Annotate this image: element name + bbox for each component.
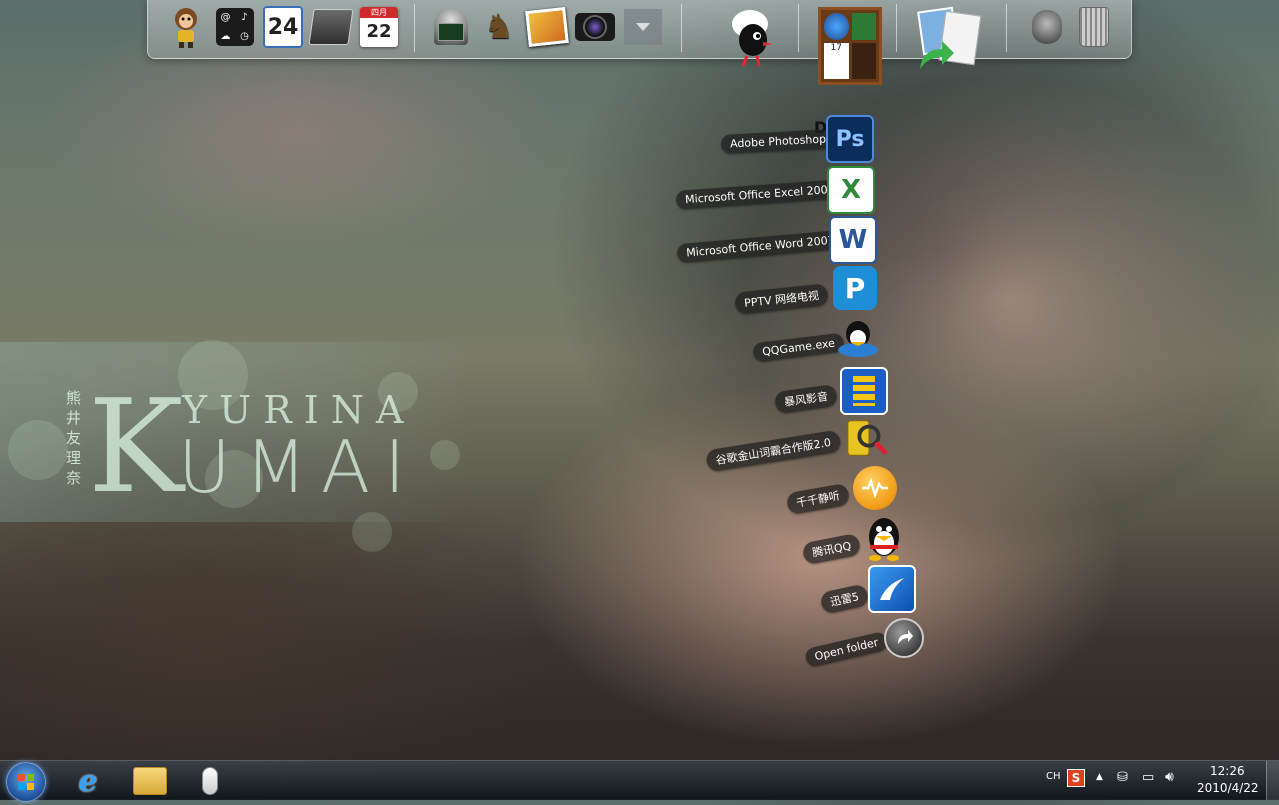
- stack-item-label: 暴风影音: [773, 383, 839, 415]
- taskbar: e CH S ▲ ⛁ ▭ 🔊︎ 12:26 2010/4/22: [0, 760, 1279, 802]
- network-icon[interactable]: ▭: [1142, 770, 1154, 785]
- camera-icon[interactable]: [572, 4, 618, 50]
- bookshelf-stack-icon[interactable]: 17: [815, 6, 885, 86]
- notebook-icon[interactable]: [308, 4, 354, 50]
- cracked-egg-mascot-icon[interactable]: [723, 6, 777, 70]
- excel-icon: X: [827, 166, 875, 214]
- stack-item-label: QQGame.exe: [752, 332, 845, 363]
- taskbar-file-explorer[interactable]: [128, 764, 172, 798]
- volume-icon[interactable]: 🔊︎: [1165, 769, 1174, 785]
- clock-date[interactable]: 2010/4/22: [1197, 781, 1259, 795]
- baofeng-player-icon: [840, 367, 888, 415]
- dock-separator: [1006, 4, 1007, 52]
- photo-gallery-icon[interactable]: [524, 4, 570, 50]
- clock-time[interactable]: 12:26: [1210, 764, 1245, 778]
- stack-item-label: 千千静听: [785, 482, 851, 516]
- monitor-app-icon[interactable]: [428, 4, 474, 50]
- date-calendar-icon[interactable]: 四月 22: [356, 4, 402, 50]
- bokeh-light: [8, 420, 68, 480]
- wallpaper-kanji: 熊 井 友 理 奈: [66, 389, 82, 487]
- open-folder-arrow-icon: [884, 618, 924, 658]
- dock-separator: [681, 4, 682, 52]
- usb-device-icon[interactable]: ⛁: [1117, 770, 1128, 785]
- ttplayer-icon: [853, 466, 897, 510]
- monkey-widget-icon[interactable]: [163, 4, 209, 50]
- pptv-icon: P: [833, 266, 877, 310]
- calendar-24-icon[interactable]: 24: [260, 4, 306, 50]
- wallpaper-initial: K: [88, 373, 184, 522]
- word-icon: W: [829, 216, 877, 264]
- top-dock: @ ♪ ☁ ◷ 24 四月 22 ♞ 17: [147, 0, 1132, 85]
- qqgame-penguin-icon: [836, 316, 880, 360]
- file-explorer-icon: [133, 767, 167, 795]
- internet-explorer-icon: e: [78, 763, 98, 799]
- taskbar-internet-explorer[interactable]: e: [66, 763, 110, 799]
- more-dropdown-icon[interactable]: [620, 4, 666, 50]
- chess-icon[interactable]: ♞: [476, 4, 522, 50]
- language-indicator[interactable]: CH: [1046, 771, 1061, 782]
- qq-penguin-icon: [862, 516, 906, 561]
- dock-separator: [896, 4, 897, 52]
- show-hidden-icons-icon[interactable]: ▲: [1096, 772, 1103, 782]
- stack-item-label: Microsoft Office Excel 2007: [675, 179, 845, 210]
- wallpaper-last-name: UMAI: [178, 425, 420, 509]
- stack-item-label: 迅雷5: [819, 583, 870, 615]
- start-button[interactable]: [6, 762, 46, 802]
- bokeh-light: [352, 512, 392, 552]
- ime-sogou-icon[interactable]: S: [1067, 769, 1085, 787]
- taskbar-mouse-app[interactable]: [188, 764, 232, 798]
- show-desktop-button[interactable]: [1266, 761, 1279, 800]
- dock-separator: [414, 4, 415, 52]
- bokeh-light: [430, 440, 460, 470]
- dictionary-magnifier-icon: [846, 417, 890, 461]
- dock-separator: [798, 4, 799, 52]
- stack-item-label: Microsoft Office Word 2007: [676, 229, 845, 264]
- stack-item-label: PPTV 网络电视: [734, 283, 829, 315]
- stack-item-label: 腾讯QQ: [801, 532, 862, 566]
- recycle-bin-icon[interactable]: [1071, 4, 1117, 50]
- photoshop-icon: Ps: [826, 115, 874, 163]
- rss-news-icon[interactable]: [913, 6, 985, 78]
- stack-item-label: Adobe Photoshop: [720, 129, 836, 154]
- thunder-icon: [868, 565, 916, 613]
- stack-item-label: 谷歌金山词霸合作版2.0: [705, 429, 842, 473]
- mouse-app-icon: [202, 767, 218, 795]
- stack-item-label: Open folder: [803, 630, 889, 669]
- weather-clock-widget-icon[interactable]: @ ♪ ☁ ◷: [212, 4, 258, 50]
- speaker-settings-icon[interactable]: [1024, 4, 1070, 50]
